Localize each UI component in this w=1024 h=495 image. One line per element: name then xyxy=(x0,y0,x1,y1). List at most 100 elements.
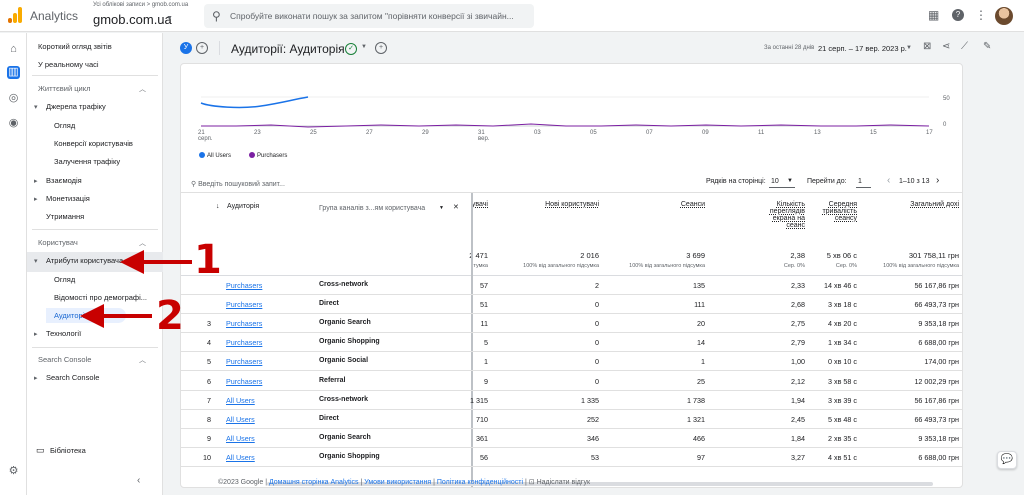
table-row[interactable]: 6 Purchasers Referral 9 0 25 2,12 3 хв 58 с 12 0… xyxy=(181,372,962,391)
audience-link[interactable]: Purchasers xyxy=(226,377,262,386)
audience-link[interactable]: Purchasers xyxy=(226,357,262,366)
date-range-picker[interactable]: 21 серп. – 17 вер. 2023 р. xyxy=(818,44,907,53)
table-row[interactable]: 7 All Users Cross-network 1 315 1 335 1 738 1,… xyxy=(181,391,962,410)
divider xyxy=(219,41,220,55)
dropdown-icon[interactable]: ▼ xyxy=(787,178,793,184)
column-header-metric[interactable]: увачі xyxy=(438,201,488,208)
legend-item-purchasers[interactable]: Purchasers xyxy=(249,152,287,159)
account-breadcrumb[interactable]: Усі облікові записи > gmob.com.ua xyxy=(93,2,188,8)
home-icon[interactable]: ⌂ xyxy=(7,43,20,56)
table-row[interactable]: Purchasers Direct 51 0 111 2,68 3 хв 18 с 66 49… xyxy=(181,295,962,315)
sidebar-item-technology[interactable]: Технології xyxy=(46,329,81,338)
explore-icon[interactable]: ◎ xyxy=(7,92,20,105)
table-row[interactable]: 4 Purchasers Organic Shopping 5 0 14 2,79 1 хв … xyxy=(181,333,962,353)
search-placeholder[interactable]: Спробуйте виконати пошук за запитом "пор… xyxy=(230,11,514,21)
column-header-metric[interactable]: Сеанси xyxy=(625,201,705,208)
prev-page-icon[interactable]: ‹ xyxy=(887,175,890,186)
table-row[interactable]: 8 All Users Direct 710 252 1 321 2,45 5 хв 48 с… xyxy=(181,410,962,429)
sidebar-item-demographics[interactable]: Відомості про демографі... xyxy=(54,293,147,302)
sidebar-item-traffic-acquisition[interactable]: Залучення трафіку xyxy=(54,157,120,166)
reports-icon[interactable]: ▥ xyxy=(7,66,20,79)
table-row[interactable]: 9 All Users Organic Search 361 346 466 1,84 2 х… xyxy=(181,429,962,448)
advertising-icon[interactable]: ◉ xyxy=(7,117,20,130)
legend-item-all-users[interactable]: All Users xyxy=(199,152,231,159)
footer-link-privacy[interactable]: Політика конфіденційності xyxy=(437,479,523,486)
insights-icon[interactable]: ⟋ xyxy=(961,41,968,52)
grid-icon[interactable]: ▦ xyxy=(928,8,939,22)
search-bar[interactable]: ⚲ Спробуйте виконати пошук за запитом "п… xyxy=(204,4,534,28)
metric-value: 5 xyxy=(484,338,488,348)
avatar[interactable] xyxy=(995,7,1013,25)
account-selector[interactable]: gmob.com.ua xyxy=(93,12,172,27)
add-icon[interactable]: + xyxy=(375,42,387,54)
goto-page-input[interactable]: 1 xyxy=(856,176,871,188)
section-user[interactable]: Користувач xyxy=(38,238,78,247)
sort-desc-icon[interactable]: ↓ xyxy=(216,203,220,210)
chevron-up-icon[interactable]: ︿ xyxy=(139,84,146,94)
chevron-up-icon[interactable]: ︿ xyxy=(139,355,146,365)
settings-gear-icon[interactable]: ⚙ xyxy=(7,465,20,478)
collapse-sidebar-icon[interactable]: ‹ xyxy=(137,475,140,486)
column-header-metric[interactable]: Кількість переглядів екрана на сеанс xyxy=(755,201,805,229)
sidebar-item-user-attributes[interactable]: Атрибути користувача xyxy=(46,256,123,265)
footer-feedback[interactable]: Надіслати відгук xyxy=(537,479,590,486)
audience-link[interactable]: Purchasers xyxy=(226,300,262,309)
check-status-icon[interactable]: ✓ xyxy=(345,43,357,55)
footer-link-home[interactable]: Домашня сторінка Analytics xyxy=(269,479,359,486)
sidebar-item-retention[interactable]: Утримання xyxy=(46,212,84,221)
sidebar-item-realtime[interactable]: У реальному часі xyxy=(38,60,99,69)
audience-link[interactable]: All Users xyxy=(226,453,255,462)
section-lifecycle[interactable]: Життєвий цикл xyxy=(38,84,91,93)
edit-comparison-icon[interactable]: ⊠ xyxy=(923,41,931,52)
customize-report-icon[interactable]: ✎ xyxy=(983,41,991,52)
add-comparison-icon[interactable]: + xyxy=(196,42,208,54)
caret-down-icon[interactable]: ▼ xyxy=(166,15,173,22)
more-vert-icon[interactable]: ⋮ xyxy=(975,8,987,22)
help-icon[interactable]: ? xyxy=(952,9,964,21)
column-header-metric[interactable]: Середня тривалість сеансу xyxy=(807,201,857,222)
dropdown-icon[interactable]: ▼ xyxy=(361,44,367,50)
collapse-caret-icon[interactable]: ▸ xyxy=(34,195,38,203)
sidebar-item-audiences[interactable]: Аудиторії xyxy=(46,308,126,323)
audience-link[interactable]: All Users xyxy=(226,434,255,443)
table-row[interactable]: Purchasers Cross-network 57 2 135 2,33 14 хв 4… xyxy=(181,276,962,295)
dropdown-icon[interactable]: ▼ xyxy=(906,45,912,51)
column-header-audience[interactable]: Аудиторія xyxy=(227,203,259,210)
sidebar-item-library[interactable]: Бібліотека xyxy=(50,446,86,455)
sidebar-item-engagement[interactable]: Взаємодія xyxy=(46,176,82,185)
audience-link[interactable]: Purchasers xyxy=(226,319,262,328)
sidebar-item-user-acquisition[interactable]: Конверсії користувачів xyxy=(54,139,133,148)
expand-caret-icon[interactable]: ▾ xyxy=(34,103,38,111)
table-row[interactable]: 5 Purchasers Organic Social 1 0 1 1,00 0 хв 10 … xyxy=(181,352,962,372)
sidebar-item-monetization[interactable]: Монетизація xyxy=(46,194,90,203)
table-row[interactable]: 3 Purchasers Organic Search 11 0 20 2,75 4 хв 2… xyxy=(181,314,962,334)
library-icon[interactable]: ▭ xyxy=(36,445,45,456)
audience-link[interactable]: All Users xyxy=(226,396,255,405)
feedback-chat-icon[interactable]: 💬 xyxy=(997,451,1017,469)
chevron-up-icon[interactable]: ︿ xyxy=(139,238,146,248)
collapse-caret-icon[interactable]: ▸ xyxy=(34,330,38,338)
section-search-console[interactable]: Search Console xyxy=(38,355,91,364)
collapse-caret-icon[interactable]: ▸ xyxy=(34,177,38,185)
collapse-caret-icon[interactable]: ▸ xyxy=(34,374,38,382)
audience-link[interactable]: Purchasers xyxy=(226,338,262,347)
sidebar-item-user-overview[interactable]: Огляд xyxy=(54,275,75,284)
column-header-metric[interactable]: Нові користувачі xyxy=(509,201,599,208)
footer-link-terms[interactable]: Умови використання xyxy=(364,479,431,486)
sidebar-item-traffic-sources[interactable]: Джерела трафіку xyxy=(46,102,106,111)
sidebar-item-search-console[interactable]: Search Console xyxy=(46,373,99,382)
sidebar-item-traffic-overview[interactable]: Огляд xyxy=(54,121,75,130)
audience-link[interactable]: Purchasers xyxy=(226,281,262,290)
table-search-input[interactable]: ⚲ Введіть пошуковий запит... xyxy=(191,180,285,188)
audience-link[interactable]: All Users xyxy=(226,415,255,424)
analytics-logo-icon[interactable] xyxy=(8,7,22,23)
dimension-selector[interactable]: Група каналів з...ям користувача xyxy=(319,205,425,212)
expand-caret-icon[interactable]: ▾ xyxy=(34,257,38,265)
comparison-badge[interactable]: У xyxy=(180,42,192,54)
table-row[interactable]: 10 All Users Organic Shopping 56 53 97 3,27 4 х… xyxy=(181,448,962,467)
sidebar-item-snapshot[interactable]: Короткий огляд звітів xyxy=(38,42,112,51)
next-page-icon[interactable]: › xyxy=(936,175,939,186)
share-icon[interactable]: ⋖ xyxy=(942,41,950,52)
column-header-metric[interactable]: Загальний дохі xyxy=(879,201,959,208)
row-number: 4 xyxy=(207,338,211,348)
